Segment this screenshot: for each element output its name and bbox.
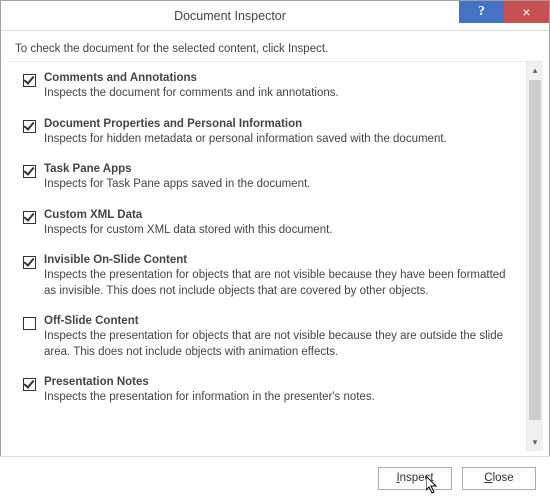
window-controls: ? × [459,1,549,30]
inspection-item-body: Task Pane Apps Inspects for Task Pane app… [44,163,519,193]
inspection-item-desc: Inspects the presentation for informatio… [44,390,519,406]
inspection-checkbox[interactable] [23,120,36,133]
inspection-list: Comments and Annotations Inspects the doc… [7,62,525,451]
inspection-item-body: Document Properties and Personal Informa… [44,118,519,148]
inspection-item-desc: Inspects for hidden metadata or personal… [44,132,519,148]
inspection-item-desc: Inspects the presentation for objects th… [44,268,519,299]
inspection-item-title: Task Pane Apps [44,163,519,175]
inspection-checkbox[interactable] [23,165,36,178]
help-button[interactable]: ? [459,1,504,23]
instruction-text: To check the document for the selected c… [1,31,549,61]
inspection-item-body: Off-Slide Content Inspects the presentati… [44,315,519,360]
inspection-item-body: Custom XML Data Inspects for custom XML d… [44,209,519,239]
close-button[interactable]: Close [462,467,536,490]
inspection-item: Comments and Annotations Inspects the doc… [23,66,519,112]
title-bar: Document Inspector ? × [1,1,549,31]
inspection-checkbox[interactable] [23,378,36,391]
close-window-button[interactable]: × [504,1,549,23]
inspect-button[interactable]: Inspect [378,467,452,490]
scroll-down-arrow[interactable]: ▾ [527,434,543,451]
inspection-checkbox[interactable] [23,211,36,224]
inspection-checkbox[interactable] [23,317,36,330]
scroll-up-arrow[interactable]: ▴ [527,62,543,79]
dialog-footer: Inspect Close [0,456,550,500]
inspection-item: Presentation Notes Inspects the presentat… [23,370,519,416]
inspection-item: Off-Slide Content Inspects the presentati… [23,309,519,370]
inspection-item-desc: Inspects for custom XML data stored with… [44,223,519,239]
inspection-item-title: Comments and Annotations [44,72,519,84]
inspection-item-desc: Inspects the document for comments and i… [44,86,519,102]
inspection-item-body: Comments and Annotations Inspects the doc… [44,72,519,102]
inspection-item-desc: Inspects the presentation for objects th… [44,329,519,360]
inspection-item: Invisible On-Slide Content Inspects the p… [23,248,519,309]
inspection-item-body: Invisible On-Slide Content Inspects the p… [44,254,519,299]
inspection-item-title: Custom XML Data [44,209,519,221]
inspection-item: Custom XML Data Inspects for custom XML d… [23,203,519,249]
inspection-item-title: Document Properties and Personal Informa… [44,118,519,130]
inspection-checkbox[interactable] [23,74,36,87]
scroll-thumb[interactable] [529,80,541,420]
inspection-checkbox[interactable] [23,256,36,269]
inspection-list-container: Comments and Annotations Inspects the doc… [7,61,543,451]
inspection-item-title: Presentation Notes [44,376,519,388]
scrollbar[interactable]: ▴ ▾ [526,62,543,451]
inspection-item: Task Pane Apps Inspects for Task Pane app… [23,157,519,203]
inspection-item-title: Invisible On-Slide Content [44,254,519,266]
inspection-item-title: Off-Slide Content [44,315,519,327]
inspection-item-body: Presentation Notes Inspects the presentat… [44,376,519,406]
inspection-item: Document Properties and Personal Informa… [23,112,519,158]
window-title: Document Inspector [1,1,459,30]
inspection-item-desc: Inspects for Task Pane apps saved in the… [44,177,519,193]
